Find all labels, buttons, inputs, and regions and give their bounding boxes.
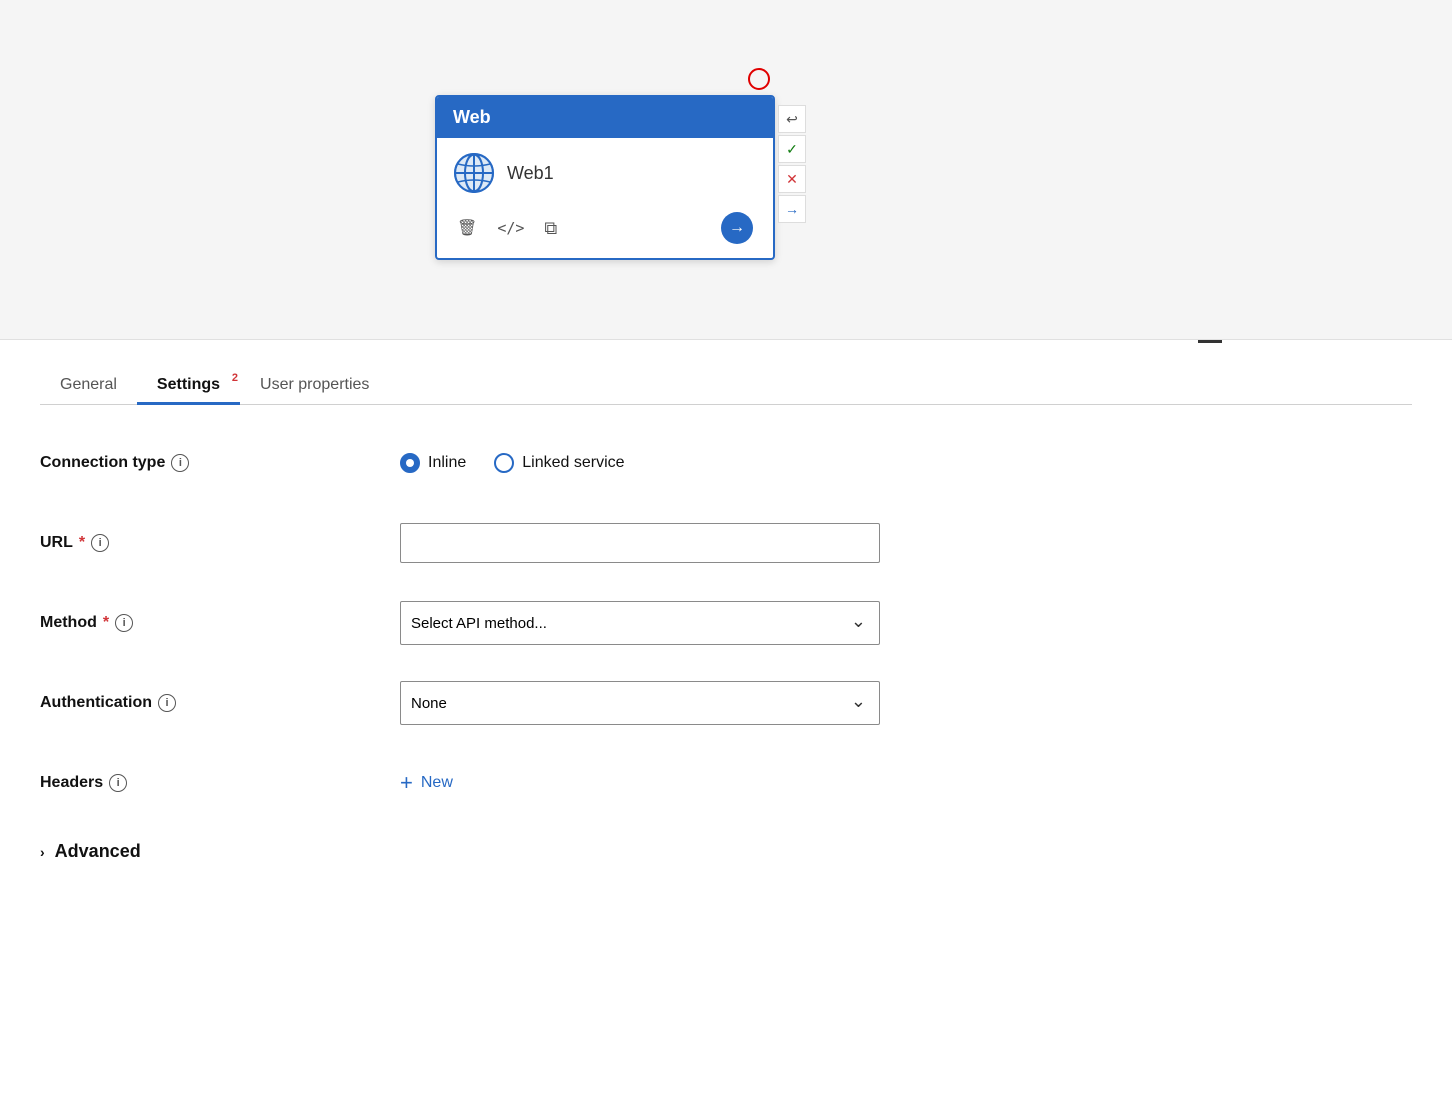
delete-icon[interactable]: 🗑 — [457, 218, 477, 238]
web-card-title: Web — [453, 107, 491, 127]
web-card-name: Web1 — [507, 163, 554, 184]
cross-button[interactable]: ✕ — [778, 165, 806, 193]
minimize-bar — [1198, 340, 1222, 343]
method-select[interactable]: Select API method... GET POST PUT DELETE… — [400, 601, 880, 645]
headers-control: + New — [400, 770, 880, 796]
side-toolbar: ↩ ✓ ✕ → — [778, 105, 806, 223]
method-info-icon[interactable]: i — [115, 614, 133, 632]
radio-linked-service[interactable]: Linked service — [494, 453, 624, 473]
authentication-select-wrapper: None Basic OAuth2 MSI — [400, 681, 880, 725]
url-required-star: * — [79, 534, 85, 552]
radio-inline-circle[interactable] — [400, 453, 420, 473]
bottom-panel: General Settings 2 User properties Conne… — [0, 340, 1452, 902]
navigate-arrow-button[interactable]: → — [721, 212, 753, 244]
web-card-actions: 🗑 </> ⧉ → — [453, 208, 757, 248]
url-control — [400, 523, 880, 563]
radio-linked-service-circle[interactable] — [494, 453, 514, 473]
red-circle-indicator — [748, 68, 770, 90]
chevron-right-icon: › — [40, 844, 45, 860]
settings-badge: 2 — [232, 372, 238, 384]
headers-label: Headers i — [40, 774, 400, 792]
new-header-button[interactable]: + New — [400, 770, 453, 796]
web-card-body: Web1 🗑 </> ⧉ → — [437, 138, 773, 258]
tab-settings[interactable]: Settings 2 — [137, 368, 240, 405]
method-row: Method * i Select API method... GET POST… — [40, 601, 1412, 645]
authentication-label: Authentication i — [40, 694, 400, 712]
headers-info-icon[interactable]: i — [109, 774, 127, 792]
authentication-select[interactable]: None Basic OAuth2 MSI — [400, 681, 880, 725]
web-activity-card: Web Web1 — [435, 95, 775, 260]
tabs-row: General Settings 2 User properties — [40, 340, 1412, 405]
tab-user-properties[interactable]: User properties — [240, 368, 389, 405]
url-row: URL * i — [40, 521, 1412, 565]
check-button[interactable]: ✓ — [778, 135, 806, 163]
connection-type-row: Connection type i Inline Linked service — [40, 441, 1412, 485]
url-info-icon[interactable]: i — [91, 534, 109, 552]
arrow-button[interactable]: → — [778, 195, 806, 223]
undo-button[interactable]: ↩ — [778, 105, 806, 133]
method-label: Method * i — [40, 614, 400, 632]
method-required-star: * — [103, 614, 109, 632]
authentication-info-icon[interactable]: i — [158, 694, 176, 712]
tab-general[interactable]: General — [40, 368, 137, 405]
connection-type-radio-group: Inline Linked service — [400, 453, 880, 473]
advanced-label: Advanced — [55, 841, 141, 862]
advanced-section[interactable]: › Advanced — [40, 841, 1412, 862]
headers-row: Headers i + New — [40, 761, 1412, 805]
code-icon[interactable]: </> — [497, 219, 524, 237]
settings-content: Connection type i Inline Linked service … — [40, 405, 1412, 902]
method-select-wrapper: Select API method... GET POST PUT DELETE… — [400, 601, 880, 645]
connection-type-info-icon[interactable]: i — [171, 454, 189, 472]
globe-icon — [453, 152, 495, 194]
copy-icon[interactable]: ⧉ — [544, 218, 557, 239]
connection-type-label: Connection type i — [40, 454, 400, 472]
web-card-title-row: Web1 — [453, 152, 757, 194]
url-label: URL * i — [40, 534, 400, 552]
authentication-row: Authentication i None Basic OAuth2 MSI — [40, 681, 1412, 725]
web-card-header: Web — [437, 97, 773, 138]
canvas-area: Web Web1 — [0, 0, 1452, 340]
url-input[interactable] — [400, 523, 880, 563]
plus-icon: + — [400, 770, 413, 796]
radio-inline[interactable]: Inline — [400, 453, 466, 473]
